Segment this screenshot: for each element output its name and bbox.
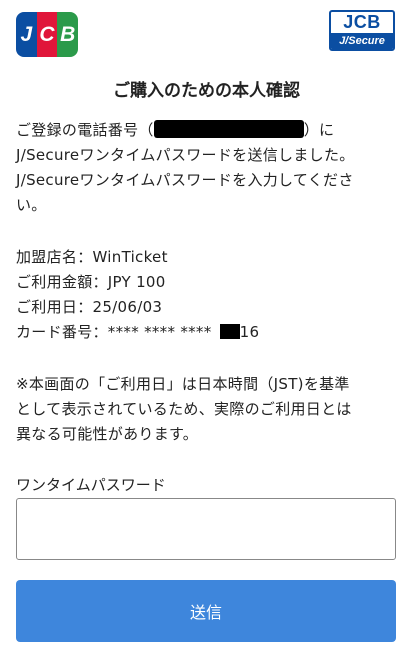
- masked-phone-number: [153, 120, 304, 138]
- intro-line-4: い。: [16, 196, 47, 214]
- jsecure-logo-bottom: J/Secure: [331, 33, 393, 49]
- jsecure-logo-top: JCB: [343, 12, 381, 32]
- otp-input[interactable]: [16, 498, 396, 560]
- jsecure-logo: JCB J/Secure: [329, 10, 395, 51]
- card-number-suffix: 16: [239, 323, 260, 341]
- jcb-logo-c: C: [36, 12, 58, 57]
- transaction-details: 加盟店名：WinTicket ご利用金額：JPY 100 ご利用日：25/06/…: [16, 245, 402, 345]
- intro-line-1-after: ）に: [303, 121, 335, 139]
- notice-line-1: ※本画面の「ご利用日」は日本時間（JST)を基準: [16, 375, 350, 393]
- card-number: カード番号：**** **** **** 16: [16, 320, 402, 345]
- notice-line-3: 異なる可能性があります。: [16, 425, 199, 443]
- date-notice: ※本画面の「ご利用日」は日本時間（JST)を基準 として表示されているため、実際…: [16, 372, 402, 447]
- page-title: ご購入のための本人確認: [113, 81, 300, 101]
- notice-line-2: として表示されているため、実際のご利用日とは: [16, 400, 352, 418]
- merchant-name: 加盟店名：WinTicket: [16, 248, 168, 266]
- intro-text: ご登録の電話番号（ ）に J/Secureワンタイムパスワードを送信しました。 J…: [16, 118, 402, 218]
- card-number-prefix: カード番号：**** **** ****: [16, 323, 212, 341]
- intro-line-3: J/Secureワンタイムパスワードを入力してくださ: [16, 171, 354, 189]
- intro-line-1: ご登録の電話番号（ ）に: [16, 118, 402, 143]
- usage-date: ご利用日：25/06/03: [16, 298, 163, 316]
- jcb-logo-j: J: [16, 12, 37, 57]
- intro-line-2: J/Secureワンタイムパスワードを送信しました。: [16, 146, 355, 164]
- intro-line-1-before: ご登録の電話番号（: [16, 121, 154, 139]
- jcb-logo-b: B: [57, 12, 79, 57]
- jcb-logo: J C B: [16, 12, 79, 57]
- submit-button[interactable]: 送信: [16, 580, 396, 642]
- amount: ご利用金額：JPY 100: [16, 273, 166, 291]
- masked-card-digits: [219, 324, 240, 339]
- otp-label: ワンタイムパスワード: [16, 476, 166, 494]
